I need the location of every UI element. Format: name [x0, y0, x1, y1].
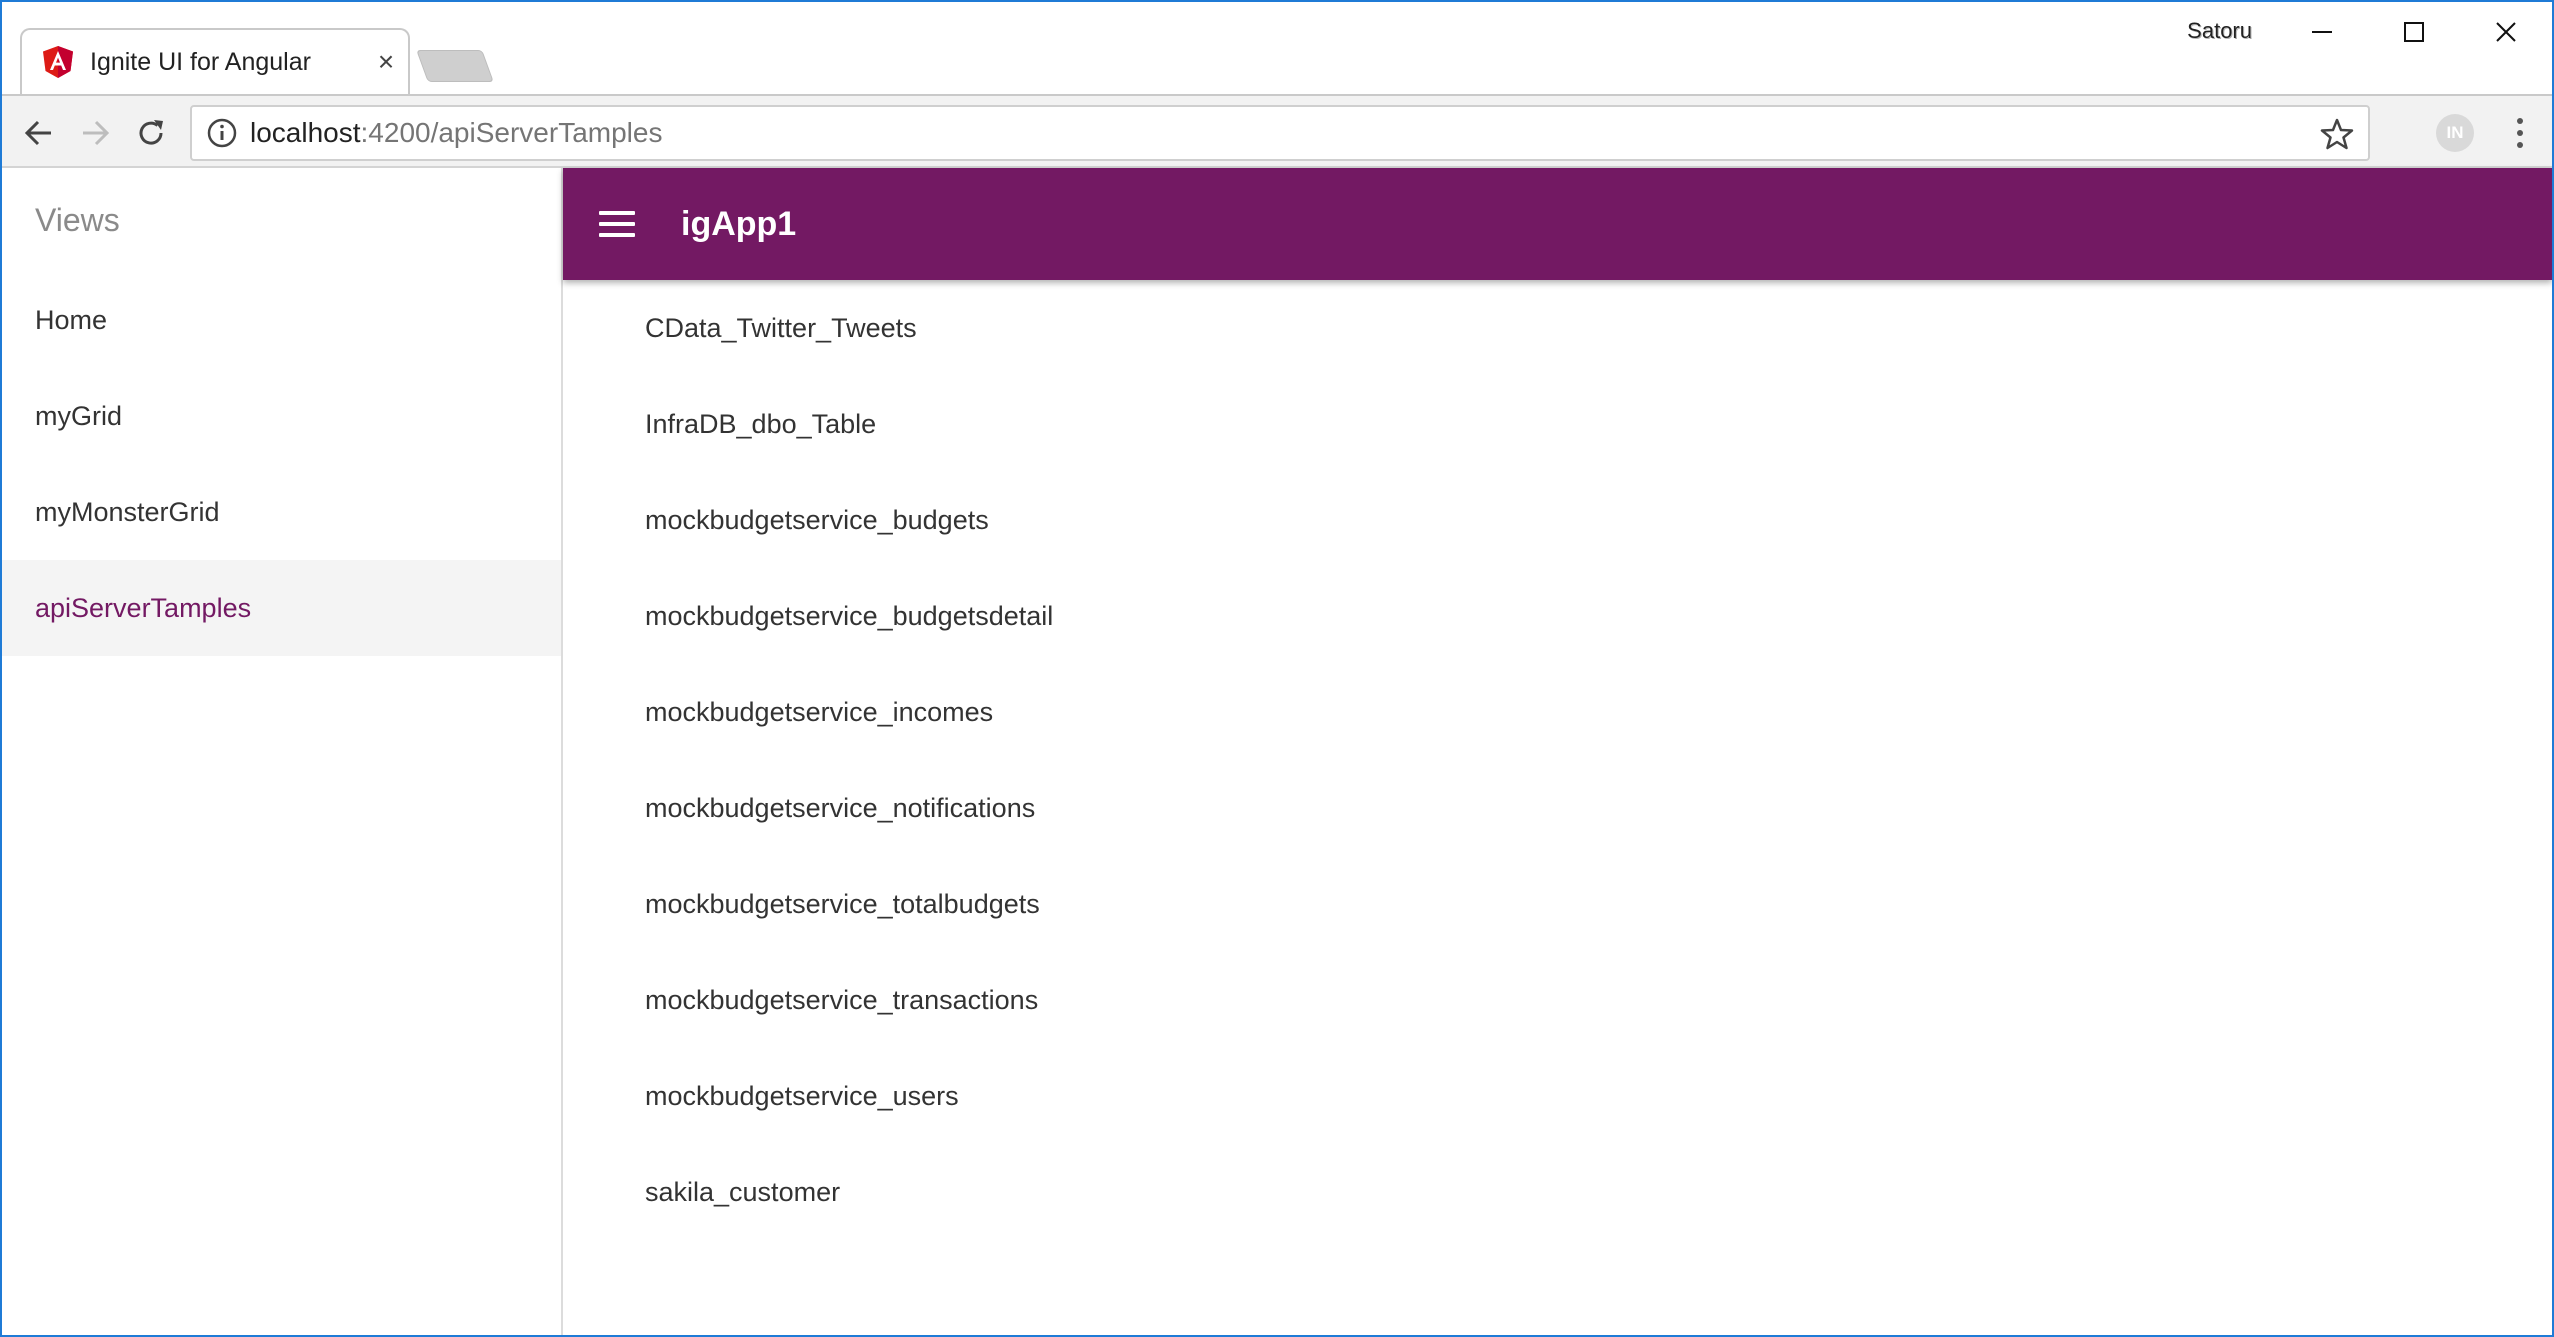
- forward-button[interactable]: [72, 110, 118, 156]
- more-vert-icon[interactable]: [2502, 110, 2538, 156]
- sidebar-item-label: myMonsterGrid: [35, 496, 220, 527]
- list-item[interactable]: sakila_customer: [563, 1144, 2552, 1240]
- new-tab-button[interactable]: [416, 50, 494, 82]
- main-content: igApp1 CData_Twitter_Tweets InfraDB_dbo_…: [563, 168, 2552, 1335]
- url-path: :4200/apiServerTamples: [360, 117, 663, 148]
- list-item-label: mockbudgetservice_transactions: [645, 984, 1039, 1015]
- title-bar: Ignite UI for Angular × Satoru: [2, 2, 2552, 94]
- tab-title: Ignite UI for Angular: [90, 47, 311, 76]
- list-item[interactable]: mockbudgetservice_notifications: [563, 760, 2552, 856]
- sidebar-item-label: Home: [35, 304, 108, 335]
- browser-tab[interactable]: Ignite UI for Angular ×: [20, 28, 410, 94]
- list-item[interactable]: mockbudgetservice_incomes: [563, 664, 2552, 760]
- list-item[interactable]: mockbudgetservice_budgets: [563, 472, 2552, 568]
- sidebar-item-mygrid[interactable]: myGrid: [2, 368, 561, 464]
- list-item[interactable]: mockbudgetservice_transactions: [563, 952, 2552, 1048]
- list-item-label: mockbudgetservice_incomes: [645, 696, 994, 727]
- app-title: igApp1: [681, 204, 797, 243]
- list-item-label: mockbudgetservice_notifications: [645, 792, 1036, 823]
- address-bar[interactable]: localhost:4200/apiServerTamples: [190, 105, 2370, 161]
- list-item-label: mockbudgetservice_totalbudgets: [645, 888, 1040, 919]
- app-navbar: igApp1: [563, 168, 2552, 280]
- sidebar-item-label: myGrid: [35, 400, 122, 431]
- list-item-label: CData_Twitter_Tweets: [645, 312, 917, 343]
- table-list: CData_Twitter_Tweets InfraDB_dbo_Table m…: [563, 280, 2552, 1240]
- list-item-label: sakila_customer: [645, 1176, 841, 1207]
- extension-icon[interactable]: IN: [2436, 114, 2474, 152]
- reload-icon: [139, 120, 163, 145]
- minimize-icon: [2312, 31, 2332, 33]
- arrow-left-icon: [24, 120, 51, 146]
- arrow-right-icon: [83, 120, 110, 146]
- app-container: Views Home myGrid myMonsterGrid apiServe…: [2, 168, 2552, 1335]
- minimize-button[interactable]: [2282, 8, 2362, 56]
- list-item-label: mockbudgetservice_budgetsdetail: [645, 600, 1054, 631]
- reload-button[interactable]: [128, 110, 174, 156]
- maximize-icon: [2404, 22, 2424, 42]
- url-host: localhost: [250, 117, 361, 148]
- close-icon: [2496, 22, 2516, 42]
- browser-toolbar: localhost:4200/apiServerTamples IN: [2, 94, 2552, 168]
- sidebar-item-mymonstergrid[interactable]: myMonsterGrid: [2, 464, 561, 560]
- tab-close-button[interactable]: ×: [364, 48, 408, 76]
- star-icon[interactable]: [2320, 117, 2354, 151]
- drawer-header: Views: [35, 201, 120, 238]
- sidebar-item-apiservertamples[interactable]: apiServerTamples: [2, 560, 561, 656]
- close-window-button[interactable]: [2466, 8, 2546, 56]
- list-item-label: mockbudgetservice_budgets: [645, 504, 989, 535]
- list-item-label: mockbudgetservice_users: [645, 1080, 959, 1111]
- sidebar-item-home[interactable]: Home: [2, 272, 561, 368]
- list-item[interactable]: mockbudgetservice_budgetsdetail: [563, 568, 2552, 664]
- list-item[interactable]: CData_Twitter_Tweets: [563, 280, 2552, 376]
- back-button[interactable]: [16, 110, 62, 156]
- url-text[interactable]: localhost:4200/apiServerTamples: [250, 117, 662, 149]
- nav-drawer: Views Home myGrid myMonsterGrid apiServe…: [2, 168, 563, 1335]
- sidebar-item-label: apiServerTamples: [35, 592, 252, 623]
- list-item[interactable]: mockbudgetservice_totalbudgets: [563, 856, 2552, 952]
- angular-logo-icon: [42, 45, 74, 79]
- list-item[interactable]: InfraDB_dbo_Table: [563, 376, 2552, 472]
- list-item[interactable]: mockbudgetservice_users: [563, 1048, 2552, 1144]
- info-icon[interactable]: [206, 117, 238, 149]
- maximize-button[interactable]: [2374, 8, 2454, 56]
- browser-window: Ignite UI for Angular × Satoru localhost…: [0, 0, 2554, 1337]
- profile-name[interactable]: Satoru: [2187, 18, 2252, 44]
- list-item-label: InfraDB_dbo_Table: [645, 408, 877, 439]
- hamburger-icon[interactable]: [599, 201, 645, 247]
